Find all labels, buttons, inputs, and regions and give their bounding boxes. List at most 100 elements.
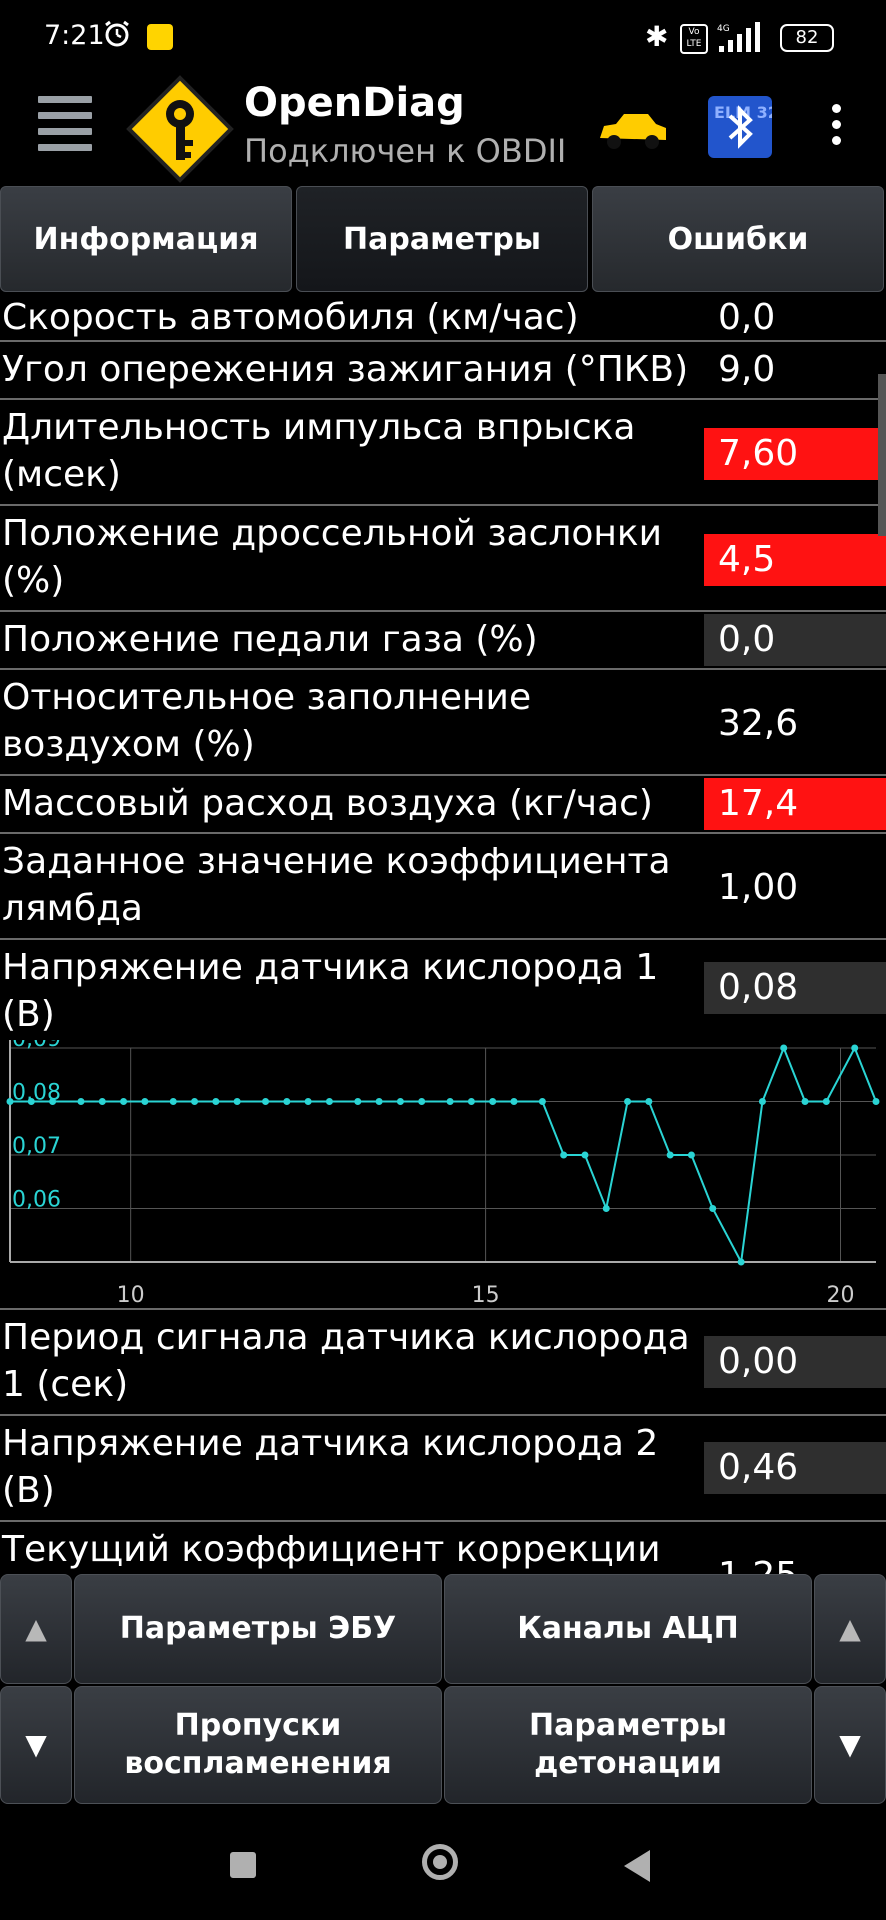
param-label: Напряжение датчика кислорода 2 (В) (2, 1423, 659, 1511)
data-point (602, 1205, 610, 1212)
param-row[interactable]: Напряжение датчика кислорода 2 (В) 0,46 (0, 1416, 886, 1522)
param-value: 32,6 (718, 703, 799, 744)
data-point (624, 1098, 632, 1105)
data-point (141, 1098, 149, 1105)
x-tick-label: 20 (827, 1283, 855, 1308)
param-value: 17,4 (704, 778, 886, 830)
param-row[interactable]: Массовый расход воздуха (кг/час) 17,4 (0, 776, 886, 834)
data-point (6, 1098, 14, 1105)
param-value: 9,0 (718, 349, 776, 390)
param-label: Длительность импульса впрыска (мсек) (2, 407, 636, 495)
param-label: Угол опережения зажигания (°ПКВ) (2, 349, 689, 390)
ecu-params-button[interactable]: Параметры ЭБУ (74, 1574, 442, 1684)
home-icon[interactable] (422, 1844, 458, 1880)
tab-parameters[interactable]: Параметры (296, 186, 588, 292)
data-point (780, 1044, 788, 1052)
app-logo-icon (126, 75, 234, 183)
scrollbar[interactable] (878, 374, 886, 536)
scroll-up-right-button[interactable]: ▲ (814, 1574, 886, 1684)
param-row[interactable]: Относительное заполнение воздухом (%) 32… (0, 670, 886, 776)
data-point (467, 1098, 475, 1105)
tab-information[interactable]: Информация (0, 186, 292, 292)
data-point (709, 1205, 717, 1212)
y-tick-label: 0,09 (12, 1040, 61, 1052)
system-nav-bar (0, 1814, 886, 1920)
scroll-down-right-button[interactable]: ▼ (814, 1686, 886, 1804)
data-point (283, 1098, 291, 1105)
parameter-list[interactable]: Скорость автомобиля (км/час) 0,0 Угол оп… (0, 294, 886, 1574)
param-row[interactable]: Положение дроссельной заслонки (%) 4,5 (0, 506, 886, 612)
y-tick-label: 0,06 (12, 1188, 61, 1213)
status-bar: 7:21 ✱ Vo LTE 4G 82 (0, 0, 886, 74)
param-value: 0,46 (704, 1442, 886, 1494)
data-point (120, 1098, 128, 1105)
alarm-icon (105, 20, 129, 47)
signal-icon: 4G (717, 22, 760, 52)
network-type-label: 4G (717, 24, 730, 34)
bluetooth-icon: ✱ (645, 20, 669, 53)
param-label: Напряжение датчика кислорода 1 (В) (2, 947, 659, 1035)
y-tick-label: 0,07 (12, 1134, 61, 1159)
param-row[interactable]: Заданное значение коэффициента лямбда 1,… (0, 834, 886, 940)
adc-channels-button[interactable]: Каналы АЦП (444, 1574, 812, 1684)
data-point (687, 1151, 695, 1159)
data-point (98, 1098, 106, 1105)
arrow-down-icon: ▼ (25, 1728, 47, 1761)
battery-indicator: 82 (780, 24, 834, 52)
data-point (446, 1098, 454, 1105)
data-point (169, 1098, 177, 1105)
status-time: 7:21 (44, 20, 105, 51)
scroll-up-left-button[interactable]: ▲ (0, 1574, 72, 1684)
recent-apps-icon[interactable] (230, 1852, 256, 1878)
param-row[interactable]: Угол опережения зажигания (°ПКВ) 9,0 (0, 342, 886, 400)
param-label: Относительное заполнение воздухом (%) (2, 677, 532, 765)
param-row[interactable]: Положение педали газа (%) 0,0 (0, 612, 886, 670)
data-point (418, 1098, 426, 1105)
param-value: 0,0 (704, 614, 886, 666)
more-options-icon[interactable] (826, 104, 846, 152)
data-point (354, 1098, 362, 1105)
param-row[interactable]: Скорость автомобиля (км/час) 0,0 (0, 294, 886, 342)
menu-icon[interactable] (38, 96, 92, 151)
data-point (645, 1098, 653, 1105)
data-point (822, 1098, 830, 1105)
bluetooth-adapter-icon[interactable]: ELM 327 (708, 96, 790, 158)
param-row[interactable]: Длительность импульса впрыска (мсек) 7,6… (0, 400, 886, 506)
data-point (375, 1098, 383, 1105)
param-row[interactable]: Текущий коэффициент коррекции 1,25 (0, 1522, 886, 1574)
connection-status: Подключен к OBDII (244, 132, 567, 170)
arrow-down-icon: ▼ (839, 1728, 861, 1761)
data-point (325, 1098, 333, 1105)
param-label: Скорость автомобиля (км/час) (2, 297, 579, 338)
arrow-up-icon: ▲ (839, 1612, 861, 1645)
data-point (304, 1098, 312, 1105)
data-point (489, 1098, 497, 1105)
param-row[interactable]: Период сигнала датчика кислорода 1 (сек)… (0, 1310, 886, 1416)
data-point (510, 1098, 518, 1105)
data-point (262, 1098, 270, 1105)
tab-bar: Информация Параметры Ошибки (0, 186, 886, 294)
car-icon[interactable] (596, 104, 670, 154)
param-value: 1,25 (704, 1550, 886, 1574)
data-point (212, 1098, 220, 1105)
param-label: Массовый расход воздуха (кг/час) (2, 783, 653, 824)
param-label: Период сигнала датчика кислорода 1 (сек) (2, 1317, 690, 1405)
param-label: Заданное значение коэффициента лямбда (2, 841, 671, 929)
param-value: 0,0 (718, 297, 776, 338)
bottom-panel: ▲ Параметры ЭБУ Каналы АЦП ▲ ▼ Пропуски … (0, 1574, 886, 1814)
data-point (77, 1098, 85, 1105)
param-value: 0,08 (704, 962, 886, 1014)
arrow-up-icon: ▲ (25, 1612, 47, 1645)
scroll-down-left-button[interactable]: ▼ (0, 1686, 72, 1804)
data-point (233, 1098, 241, 1105)
data-point (581, 1151, 589, 1159)
oxygen-sensor-chart: 0,090,080,070,06101520 (6, 1040, 880, 1308)
data-point (49, 1098, 57, 1105)
knock-params-button[interactable]: Параметры детонации (444, 1686, 812, 1804)
tab-errors[interactable]: Ошибки (592, 186, 884, 292)
data-point (191, 1098, 199, 1105)
misfires-button[interactable]: Пропуски воспламенения (74, 1686, 442, 1804)
data-point (758, 1098, 766, 1105)
param-value: 1,00 (718, 867, 799, 908)
back-icon[interactable] (624, 1850, 650, 1882)
